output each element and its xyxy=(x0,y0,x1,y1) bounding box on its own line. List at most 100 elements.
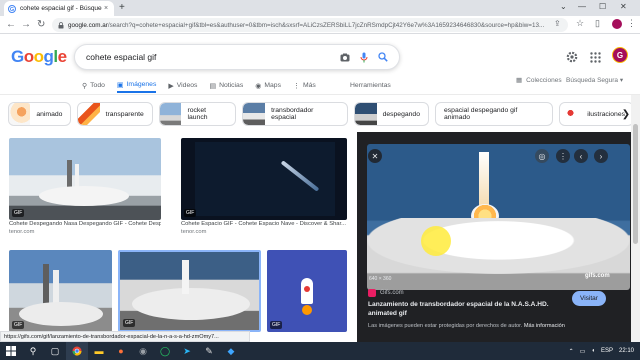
header-divider xyxy=(0,94,640,95)
google-logo[interactable]: Google xyxy=(11,47,67,67)
google-favicon-icon: G xyxy=(8,4,16,13)
preview-image[interactable] xyxy=(367,144,630,290)
forward-icon[interactable]: → xyxy=(21,19,31,30)
language-indicator[interactable]: ESP xyxy=(601,348,613,354)
result-image[interactable]: GIF xyxy=(118,250,261,332)
result-card-selected[interactable]: GIF xyxy=(118,250,261,332)
bookmark-star-icon[interactable]: ☆ xyxy=(576,18,584,29)
windows-start-icon[interactable] xyxy=(0,342,22,360)
reload-icon[interactable]: ↻ xyxy=(37,19,45,30)
tab-todo[interactable]: ⚲ Todo xyxy=(82,78,105,93)
firefox-icon[interactable]: ● xyxy=(110,342,132,360)
address-bar[interactable]: google.com.ar/search?q=cohete+espacial+g… xyxy=(52,18,568,32)
smoke-cloud-shape xyxy=(132,288,250,320)
result-image[interactable]: GIF xyxy=(9,250,112,332)
clock[interactable]: 22:10 xyxy=(619,348,634,354)
chip-thumbnail xyxy=(159,103,182,125)
tools-button[interactable]: Herramientas xyxy=(350,82,391,89)
visit-button[interactable]: Visitar xyxy=(572,291,606,306)
minimize-icon[interactable]: — xyxy=(578,2,586,11)
search-box[interactable]: cohete espacial gif xyxy=(74,44,400,70)
preview-source-label: Gifs.com xyxy=(380,290,404,296)
whatsapp-icon[interactable]: ◯ xyxy=(154,342,176,360)
preview-prev-icon[interactable]: ‹ xyxy=(574,149,588,163)
microphone-icon[interactable] xyxy=(356,52,372,63)
side-panel-icon[interactable]: ▯ xyxy=(595,18,600,29)
tab-mas[interactable]: ⋮ Más xyxy=(293,78,316,93)
chip-animado[interactable]: animado xyxy=(8,102,72,126)
close-tab-icon[interactable]: × xyxy=(102,5,110,12)
chip-thumbnail xyxy=(9,103,31,125)
video-icon: ▶ xyxy=(168,82,174,90)
tab-imagenes[interactable]: ▣ Imágenes xyxy=(116,78,157,93)
result-card[interactable]: GIF xyxy=(9,250,112,332)
result-image[interactable]: GIF xyxy=(181,138,347,220)
result-image[interactable]: GIF xyxy=(9,138,161,220)
new-tab-button[interactable]: + xyxy=(119,2,125,13)
account-avatar[interactable]: G xyxy=(612,47,628,63)
result-image[interactable]: GIF xyxy=(267,250,347,332)
preview-source[interactable]: Gifs.com xyxy=(368,289,404,297)
tab-label: Noticias xyxy=(219,82,244,89)
tray-chevron-icon[interactable]: ⌃ xyxy=(569,348,574,355)
search-icon[interactable]: ⚲ xyxy=(22,342,44,360)
chip-label: transparente xyxy=(105,110,144,118)
preview-more-icon[interactable]: ⋮ xyxy=(556,149,570,163)
tab-label: Imágenes xyxy=(126,81,157,88)
scrollbar-thumb[interactable] xyxy=(633,124,638,244)
camera-app-icon[interactable]: ◉ xyxy=(132,342,154,360)
result-source[interactable]: tenor.com xyxy=(181,229,347,235)
chip-transbordador-espacial[interactable]: transbordador espacial xyxy=(242,102,349,126)
tab-noticias[interactable]: ▤ Noticias xyxy=(209,78,243,93)
preview-next-icon[interactable]: › xyxy=(594,149,608,163)
result-card[interactable]: GIF Cohete Espacio GIF - Cohete Espacio … xyxy=(181,138,347,235)
camera-search-icon[interactable] xyxy=(337,53,353,62)
file-explorer-icon[interactable]: ▬ xyxy=(88,342,110,360)
tab-strip: G cohete espacial gif - Búsqueda d × + ⌄… xyxy=(0,0,640,16)
copyright-note: Las imágenes pueden estar protegidas por… xyxy=(368,323,565,329)
chip-espacial-despegando-gif-animado[interactable]: espacial despegando gif animado xyxy=(434,102,554,126)
result-caption[interactable]: Cohete Espacio GIF - Cohete Espacio Nave… xyxy=(181,221,347,227)
cursor-highlight-shape xyxy=(421,226,451,256)
chip-transparente[interactable]: transparente xyxy=(77,102,153,126)
pen-app-icon[interactable]: ✎ xyxy=(198,342,220,360)
result-source[interactable]: tenor.com xyxy=(9,229,161,235)
safesearch-dropdown[interactable]: Búsqueda Segura ▾ xyxy=(566,76,623,84)
search-icon[interactable] xyxy=(375,52,391,62)
url-text: google.com.ar/search?q=cohete+espacial+g… xyxy=(68,22,562,29)
lens-search-icon[interactable]: ◎ xyxy=(535,149,549,163)
chip-despegando[interactable]: despegando xyxy=(354,102,429,126)
chrome-menu-icon[interactable]: ⋮ xyxy=(627,18,636,29)
tab-maps[interactable]: ◉ Maps xyxy=(255,78,281,93)
result-card[interactable]: GIF Cohete Despegando Nasa Despegando GI… xyxy=(9,138,161,235)
network-icon[interactable]: ▭ xyxy=(580,348,586,355)
back-icon[interactable]: ← xyxy=(6,19,16,30)
chip-label: rocket launch xyxy=(187,107,208,121)
profile-icon[interactable] xyxy=(612,19,622,29)
apps-grid-icon[interactable] xyxy=(590,50,601,68)
task-view-icon[interactable]: ▢ xyxy=(44,342,66,360)
window-close-icon[interactable]: ✕ xyxy=(620,2,627,11)
tab-videos[interactable]: ▶ Videos xyxy=(168,78,197,93)
telegram-icon[interactable]: ➤ xyxy=(176,342,198,360)
close-preview-icon[interactable]: ✕ xyxy=(368,149,382,163)
chip-label: animado xyxy=(36,110,63,118)
chrome-taskbar-icon[interactable] xyxy=(66,342,88,360)
preview-title[interactable]: Lanzamiento de transbordador espacial de… xyxy=(368,300,573,318)
gifs-favicon-icon xyxy=(368,289,376,297)
chip-rocket-launch[interactable]: rocket launch xyxy=(158,102,237,126)
vscode-icon[interactable]: ◆ xyxy=(220,342,242,360)
result-card[interactable]: GIF xyxy=(267,250,347,332)
result-caption[interactable]: Cohete Despegando Nasa Despegando GIF - … xyxy=(9,221,161,227)
share-icon[interactable]: ⇪ xyxy=(554,19,561,28)
more-info-link[interactable]: Más información xyxy=(524,323,565,329)
settings-gear-icon[interactable] xyxy=(566,50,578,68)
collections-link[interactable]: ▦ Colecciones xyxy=(516,76,562,85)
gif-badge: GIF xyxy=(123,319,136,327)
collapse-icon[interactable]: ⌄ xyxy=(560,2,567,11)
search-input[interactable]: cohete espacial gif xyxy=(86,52,337,62)
browser-tab[interactable]: G cohete espacial gif - Búsqueda d × xyxy=(4,1,114,16)
volume-icon[interactable]: ◖ xyxy=(591,348,595,354)
preview-dimensions: 640 × 360 xyxy=(369,276,392,282)
maximize-icon[interactable]: ☐ xyxy=(599,2,606,11)
